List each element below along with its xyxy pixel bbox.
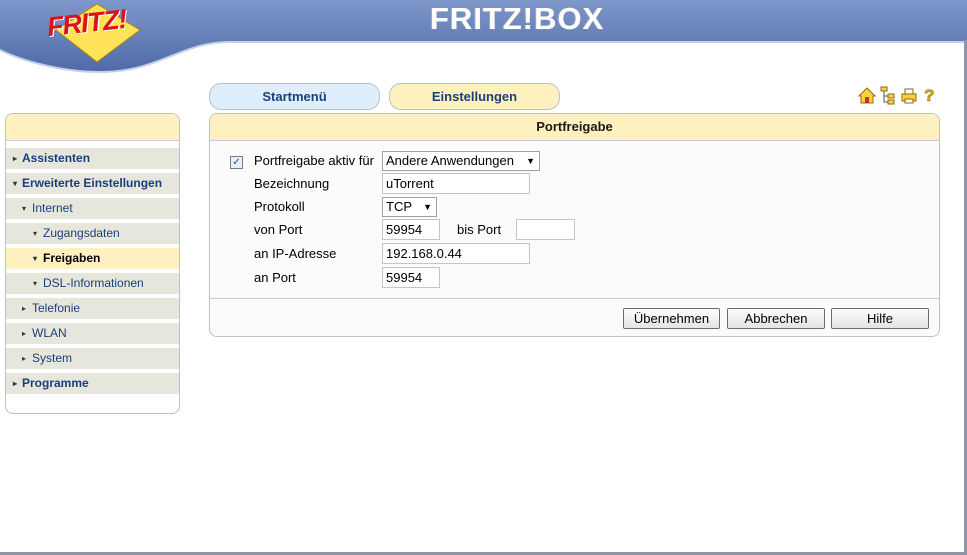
sidebar-item-erweiterte-einstellungen[interactable]: ▾ Erweiterte Einstellungen [6,172,179,194]
anwendung-select-value: Andere Anwendungen [386,153,514,168]
von-port-label: von Port [254,222,303,237]
svg-text:?: ? [924,86,934,105]
sidebar-item-system[interactable]: ▸ System [6,347,179,369]
chevron-down-icon: ▾ [13,179,18,188]
sidebar-item-label: System [32,351,73,365]
abbrechen-button[interactable]: Abbrechen [727,308,825,329]
panel-divider [210,298,939,299]
chevron-down-icon: ▼ [423,202,432,212]
header-banner: FRITZ! FRITZ!BOX [0,0,967,75]
chevron-right-icon: ▸ [13,154,18,163]
sitemap-icon[interactable] [879,86,897,106]
protokoll-label: Protokoll [254,199,305,214]
sidebar-item-freigaben[interactable]: ▾ Freigaben [6,247,179,269]
sidebar-item-label: Assistenten [22,151,91,165]
von-port-field[interactable]: 59954 [382,219,440,240]
bis-port-label: bis Port [457,222,502,237]
portfreigabe-panel: Portfreigabe ✓ Portfreigabe aktiv für An… [209,113,940,337]
bezeichnung-label: Bezeichnung [254,176,330,191]
chevron-right-icon: ▸ [22,354,27,363]
sidebar: ▸ Assistenten ▾ Erweiterte Einstellungen… [5,113,180,414]
bezeichnung-field[interactable]: uTorrent [382,173,530,194]
bis-port-field[interactable] [516,219,575,240]
an-port-label: an Port [254,270,296,285]
sidebar-item-label: WLAN [32,326,67,340]
sidebar-item-label: Telefonie [32,301,81,315]
toolbar-icons: ? [857,86,938,108]
chevron-right-icon: ▸ [22,304,27,313]
sidebar-header [6,114,179,141]
chevron-down-icon: ▾ [33,229,38,238]
sidebar-item-dsl-informationen[interactable]: ▾ DSL-Informationen [6,272,179,294]
portfreigabe-label: Portfreigabe aktiv für [254,153,374,168]
sidebar-item-label: Programme [22,376,89,390]
hilfe-button[interactable]: Hilfe [831,308,929,329]
sidebar-item-label: DSL-Informationen [43,276,144,290]
chevron-right-icon: ▸ [22,329,27,338]
sidebar-item-wlan[interactable]: ▸ WLAN [6,322,179,344]
chevron-down-icon: ▼ [526,156,535,166]
sidebar-item-assistenten[interactable]: ▸ Assistenten [6,147,179,169]
home-icon[interactable] [857,86,877,106]
chevron-down-icon: ▾ [33,254,38,263]
sidebar-item-label: Erweiterte Einstellungen [22,176,163,190]
protokoll-select[interactable]: TCP ▼ [382,197,437,217]
chevron-down-icon: ▾ [33,279,38,288]
tab-einstellungen[interactable]: Einstellungen [389,83,560,110]
portfreigabe-checkbox[interactable]: ✓ [230,156,243,169]
anwendung-select[interactable]: Andere Anwendungen ▼ [382,151,540,171]
print-icon[interactable] [900,86,918,106]
sidebar-item-label: Zugangsdaten [43,226,120,240]
ip-adresse-label: an IP-Adresse [254,246,337,261]
sidebar-item-programme[interactable]: ▸ Programme [6,372,179,394]
tab-startmenu[interactable]: Startmenü [209,83,380,110]
an-port-field[interactable]: 59954 [382,267,440,288]
brand-title: FRITZ!BOX [430,1,605,36]
panel-title: Portfreigabe [210,114,939,141]
sidebar-item-internet[interactable]: ▾ Internet [6,197,179,219]
chevron-right-icon: ▸ [13,379,18,388]
sidebar-item-telefonie[interactable]: ▸ Telefonie [6,297,179,319]
sidebar-item-zugangsdaten[interactable]: ▾ Zugangsdaten [6,222,179,244]
ip-adresse-field[interactable]: 192.168.0.44 [382,243,530,264]
uebernehmen-button[interactable]: Übernehmen [623,308,720,329]
sidebar-item-label: Internet [32,201,73,215]
chevron-down-icon: ▾ [22,204,27,213]
sidebar-item-label: Freigaben [43,251,101,265]
help-icon[interactable]: ? [920,86,938,106]
protokoll-select-value: TCP [386,199,412,214]
